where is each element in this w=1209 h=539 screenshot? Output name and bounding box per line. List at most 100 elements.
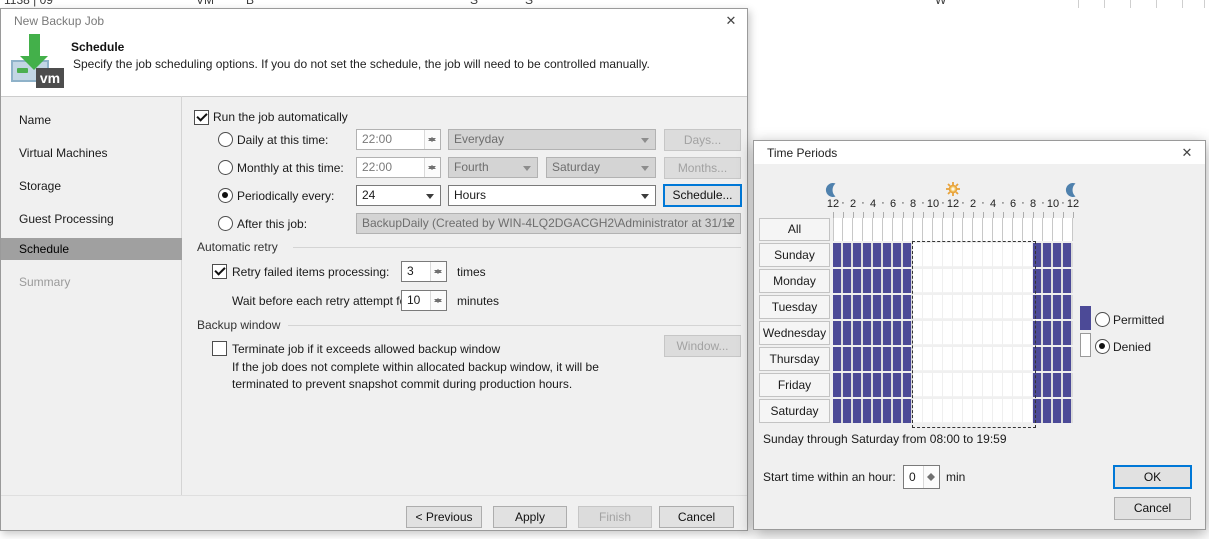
grid-cell[interactable] [843,321,853,345]
all-hour-cell[interactable] [853,218,863,241]
grid-cell[interactable] [873,243,883,267]
all-hour-cell[interactable] [973,218,983,241]
grid-cell[interactable] [1053,269,1063,293]
day-label-tuesday[interactable]: Tuesday [759,295,830,319]
day-label-thursday[interactable]: Thursday [759,347,830,371]
grid-cell[interactable] [883,295,893,319]
permitted-radio[interactable] [1095,312,1110,327]
grid-cell[interactable] [873,347,883,371]
apply-button[interactable]: Apply [493,506,567,528]
grid-cell[interactable] [873,399,883,423]
grid-cell[interactable] [833,243,843,267]
spinner-arrows-icon[interactable] [923,466,939,488]
grid-cell[interactable] [863,399,873,423]
start-time-spinner[interactable]: 0 [903,465,940,489]
grid-cell[interactable] [1043,399,1053,423]
monthly-time-spinner[interactable]: 22:00 [356,157,441,178]
retry-checkbox[interactable] [212,264,227,279]
close-icon[interactable]: ✕ [723,13,739,29]
day-label-saturday[interactable]: Saturday [759,399,830,423]
grid-cell[interactable] [853,347,863,371]
all-hour-cell[interactable] [1063,218,1073,241]
sidebar-item-virtual-machines[interactable]: Virtual Machines [1,142,182,164]
grid-cell[interactable] [1043,269,1053,293]
day-label-wednesday[interactable]: Wednesday [759,321,830,345]
grid-cell[interactable] [1063,243,1073,267]
grid-cell[interactable] [853,243,863,267]
grid-cell[interactable] [1063,269,1073,293]
grid-cell[interactable] [1063,295,1073,319]
grid-cell[interactable] [1053,321,1063,345]
grid-cell[interactable] [863,243,873,267]
all-hour-cell[interactable] [983,218,993,241]
all-hour-cell[interactable] [943,218,953,241]
previous-button[interactable]: < Previous [406,506,482,528]
day-label-friday[interactable]: Friday [759,373,830,397]
grid-cell[interactable] [843,373,853,397]
finish-button[interactable]: Finish [578,506,652,528]
grid-cell[interactable] [843,295,853,319]
all-hour-cell[interactable] [843,218,853,241]
all-hour-cell[interactable] [993,218,1003,241]
schedule-button[interactable]: Schedule... [663,184,742,207]
grid-cell[interactable] [893,373,903,397]
all-hour-cell[interactable] [1023,218,1033,241]
grid-cell[interactable] [853,295,863,319]
all-hour-cell[interactable] [1013,218,1023,241]
all-hour-cell[interactable] [1003,218,1013,241]
run-automatically-checkbox[interactable] [194,110,209,125]
spinner-arrows-icon[interactable] [424,158,440,177]
ok-button[interactable]: OK [1113,465,1192,489]
close-icon[interactable]: ✕ [1179,145,1195,161]
all-hour-cell[interactable] [923,218,933,241]
grid-cell[interactable] [853,269,863,293]
grid-cell[interactable] [1043,321,1053,345]
grid-cell[interactable] [843,399,853,423]
grid-cell[interactable] [873,295,883,319]
after-job-radio[interactable] [218,216,233,231]
wait-minutes-spinner[interactable]: 10 [401,290,447,311]
grid-cell[interactable] [1063,321,1073,345]
sidebar-item-schedule[interactable]: Schedule [1,238,182,260]
grid-cell[interactable] [863,269,873,293]
tp-cancel-button[interactable]: Cancel [1114,497,1191,520]
all-hour-cell[interactable] [1033,218,1043,241]
sidebar-item-storage[interactable]: Storage [1,175,182,197]
months-button[interactable]: Months... [664,157,741,179]
window-button[interactable]: Window... [664,335,741,357]
grid-cell[interactable] [853,321,863,345]
spinner-arrows-icon[interactable] [430,262,446,281]
grid-cell[interactable] [883,269,893,293]
all-hour-cell[interactable] [903,218,913,241]
all-hour-cell[interactable] [1043,218,1053,241]
grid-cell[interactable] [873,269,883,293]
grid-cell[interactable] [883,243,893,267]
grid-cell[interactable] [1043,295,1053,319]
grid-cell[interactable] [1053,295,1063,319]
sidebar-item-guest-processing[interactable]: Guest Processing [1,208,182,230]
grid-cell[interactable] [833,295,843,319]
terminate-checkbox[interactable] [212,341,227,356]
all-hour-cell[interactable] [913,218,923,241]
grid-cell[interactable] [1053,243,1063,267]
grid-cell[interactable] [1053,347,1063,371]
grid-cell[interactable] [853,399,863,423]
grid-cell[interactable] [1053,399,1063,423]
all-hour-cell[interactable] [883,218,893,241]
all-row-label[interactable]: All [759,218,830,241]
grid-cell[interactable] [833,399,843,423]
grid-cell[interactable] [893,399,903,423]
grid-cell[interactable] [843,347,853,371]
monthly-radio[interactable] [218,160,233,175]
grid-cell[interactable] [843,269,853,293]
grid-cell[interactable] [1063,399,1073,423]
grid-cell[interactable] [833,347,843,371]
all-hour-cell[interactable] [833,218,843,241]
grid-cell[interactable] [883,373,893,397]
grid-cell[interactable] [863,347,873,371]
grid-cell[interactable] [833,269,843,293]
grid-cell[interactable] [1053,373,1063,397]
grid-cell[interactable] [893,243,903,267]
all-hour-cell[interactable] [953,218,963,241]
sidebar-item-name[interactable]: Name [1,109,182,131]
